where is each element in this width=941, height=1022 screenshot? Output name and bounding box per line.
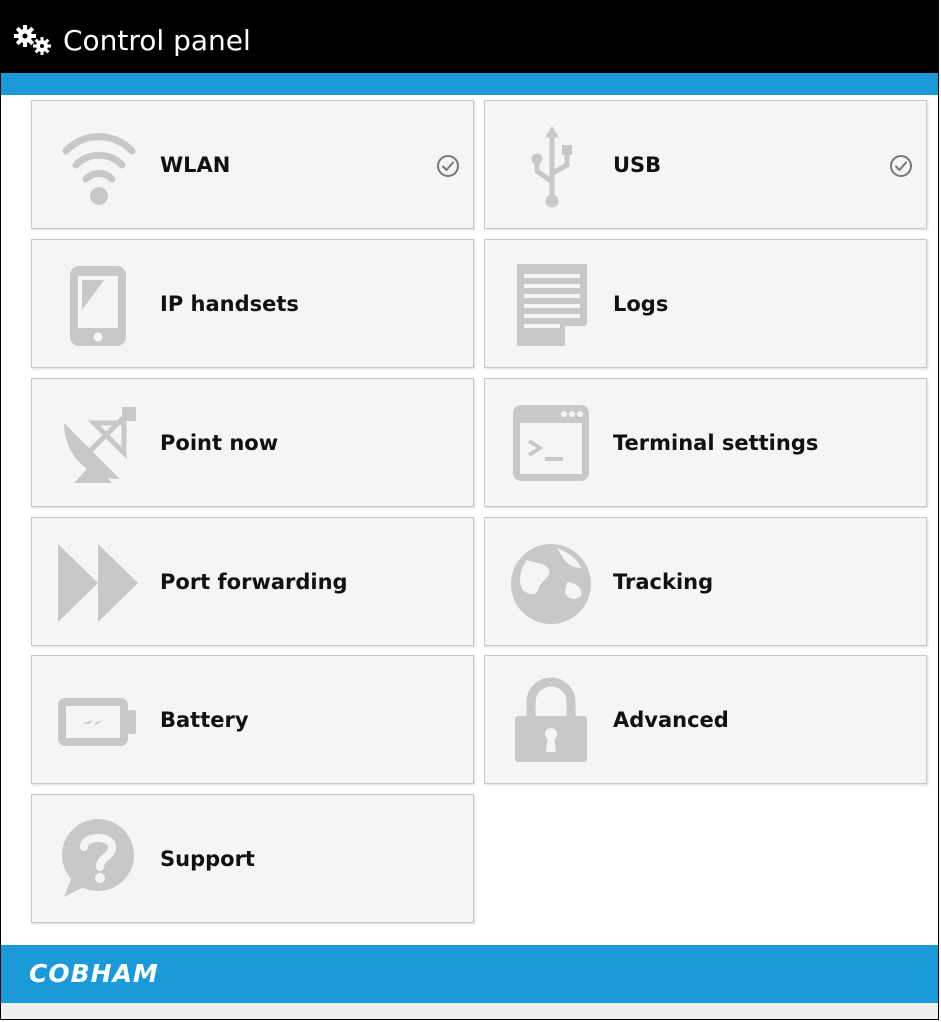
tile-ip-handsets[interactable]: IP handsets	[31, 239, 474, 368]
tile-terminal-settings[interactable]: Terminal settings	[484, 378, 927, 507]
phone-handset-icon	[70, 266, 126, 346]
bottom-strip	[1, 1003, 938, 1019]
tile-label: Tracking	[613, 570, 714, 594]
tile-battery[interactable]: Battery	[31, 655, 474, 784]
tile-label: USB	[613, 153, 662, 177]
tile-logs[interactable]: Logs	[484, 239, 927, 368]
check-circle-icon	[890, 155, 912, 177]
tile-wlan[interactable]: WLAN	[31, 100, 474, 229]
tile-label: Point now	[160, 431, 279, 455]
wifi-icon	[62, 133, 136, 205]
terminal-window-icon	[513, 405, 589, 481]
tile-label: Support	[160, 847, 255, 871]
padlock-icon	[515, 677, 587, 762]
gears-icon	[14, 25, 51, 55]
tile-label: Terminal settings	[613, 431, 819, 455]
tile-label: Battery	[160, 708, 249, 732]
footer-bar: COBHAM	[1, 945, 938, 1003]
tile-label: IP handsets	[160, 292, 299, 316]
fast-forward-icon	[58, 544, 138, 622]
tile-usb[interactable]: USB	[484, 100, 927, 229]
tile-label: Logs	[613, 292, 669, 316]
control-panel-window: Control panel WLAN USB IP handsets Logs …	[0, 0, 939, 1020]
tile-label: Advanced	[613, 708, 729, 732]
usb-icon	[531, 126, 572, 208]
tile-support[interactable]: Support	[31, 794, 474, 923]
globe-icon	[511, 544, 591, 624]
satellite-dish-icon	[64, 407, 136, 483]
brand-logo: COBHAM	[29, 959, 159, 988]
tile-advanced[interactable]: Advanced	[484, 655, 927, 784]
check-circle-icon	[437, 155, 459, 177]
tile-point-now[interactable]: Point now	[31, 378, 474, 507]
battery-icon	[58, 698, 136, 746]
tile-tracking[interactable]: Tracking	[484, 517, 927, 646]
document-lines-icon	[517, 264, 587, 346]
question-bubble-icon	[62, 819, 134, 897]
tile-label: WLAN	[160, 153, 231, 177]
title-bar: Control panel	[1, 1, 938, 73]
page-title: Control panel	[63, 24, 251, 57]
tile-port-forwarding[interactable]: Port forwarding	[31, 517, 474, 646]
tile-label: Port forwarding	[160, 570, 348, 594]
accent-bar	[1, 73, 938, 95]
